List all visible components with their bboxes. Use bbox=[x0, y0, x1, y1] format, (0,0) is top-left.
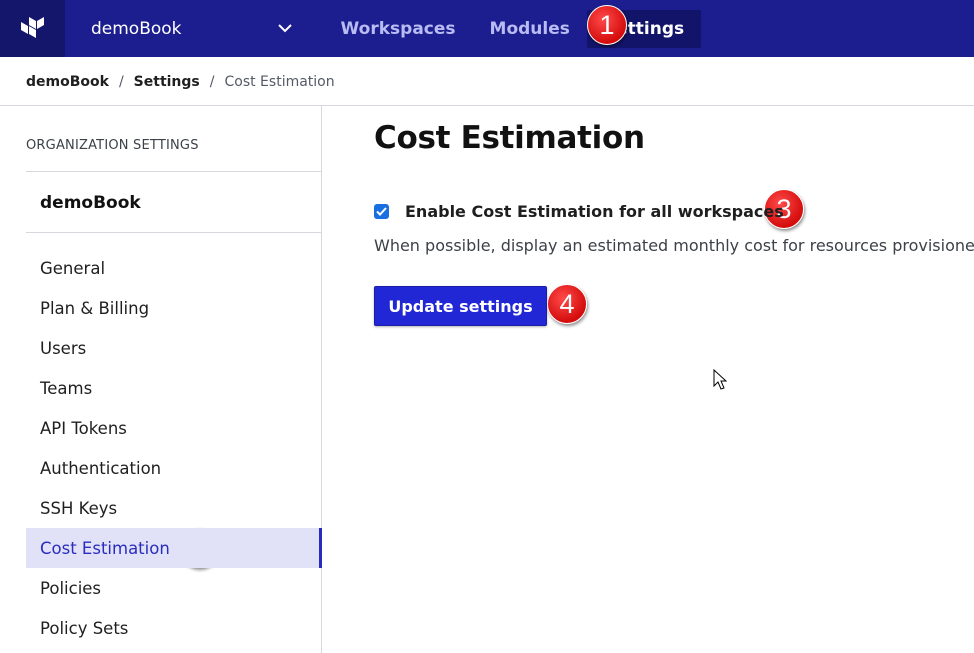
settings-sidebar: ORGANIZATION SETTINGS demoBook General P… bbox=[0, 106, 322, 653]
sidebar-org-name: demoBook bbox=[40, 193, 141, 213]
terraform-logo[interactable] bbox=[0, 0, 65, 57]
sidebar-divider bbox=[26, 171, 322, 172]
nav-modules[interactable]: Modules bbox=[473, 10, 587, 48]
terraform-logo-icon bbox=[20, 16, 44, 38]
update-settings-button[interactable]: Update settings bbox=[374, 286, 547, 326]
sidebar-heading: ORGANIZATION SETTINGS bbox=[26, 138, 199, 153]
sidebar-item-teams[interactable]: Teams bbox=[26, 368, 322, 408]
sidebar-item-general[interactable]: General bbox=[26, 248, 322, 288]
enable-cost-estimation-checkbox[interactable] bbox=[374, 204, 389, 219]
breadcrumb-settings[interactable]: Settings bbox=[134, 74, 200, 90]
sidebar-menu: General Plan & Billing Users Teams API T… bbox=[26, 248, 322, 648]
page-title: Cost Estimation bbox=[374, 120, 645, 156]
sidebar-item-cost-estimation[interactable]: Cost Estimation bbox=[26, 528, 322, 568]
checkmark-icon bbox=[376, 207, 387, 216]
breadcrumb-separator: / bbox=[118, 74, 124, 90]
breadcrumb: demoBook / Settings / Cost Estimation bbox=[26, 72, 335, 92]
annotation-badge-1: 1 bbox=[587, 5, 627, 45]
checkbox-label[interactable]: Enable Cost Estimation for all workspace… bbox=[405, 202, 784, 221]
top-navigation: demoBook Workspaces Modules Settings bbox=[0, 0, 974, 57]
sidebar-item-policy-sets[interactable]: Policy Sets bbox=[26, 608, 322, 648]
breadcrumb-org[interactable]: demoBook bbox=[26, 74, 109, 90]
sidebar-item-users[interactable]: Users bbox=[26, 328, 322, 368]
org-switcher-name: demoBook bbox=[91, 18, 182, 39]
sidebar-item-policies[interactable]: Policies bbox=[26, 568, 322, 608]
help-text: When possible, display an estimated mont… bbox=[374, 236, 974, 255]
cost-estimation-toggle: Enable Cost Estimation for all workspace… bbox=[374, 202, 784, 221]
chevron-down-icon[interactable] bbox=[277, 22, 292, 36]
breadcrumb-current: Cost Estimation bbox=[224, 74, 335, 90]
annotation-badge-4: 4 bbox=[547, 284, 587, 324]
sidebar-divider bbox=[26, 232, 322, 233]
sidebar-item-ssh-keys[interactable]: SSH Keys bbox=[26, 488, 322, 528]
sidebar-item-plan-billing[interactable]: Plan & Billing bbox=[26, 288, 322, 328]
org-switcher[interactable]: demoBook bbox=[65, 0, 324, 57]
sidebar-item-api-tokens[interactable]: API Tokens bbox=[26, 408, 322, 448]
mouse-pointer-icon bbox=[713, 369, 727, 390]
sidebar-item-authentication[interactable]: Authentication bbox=[26, 448, 322, 488]
breadcrumb-separator: / bbox=[209, 74, 215, 90]
nav-workspaces[interactable]: Workspaces bbox=[324, 10, 473, 48]
